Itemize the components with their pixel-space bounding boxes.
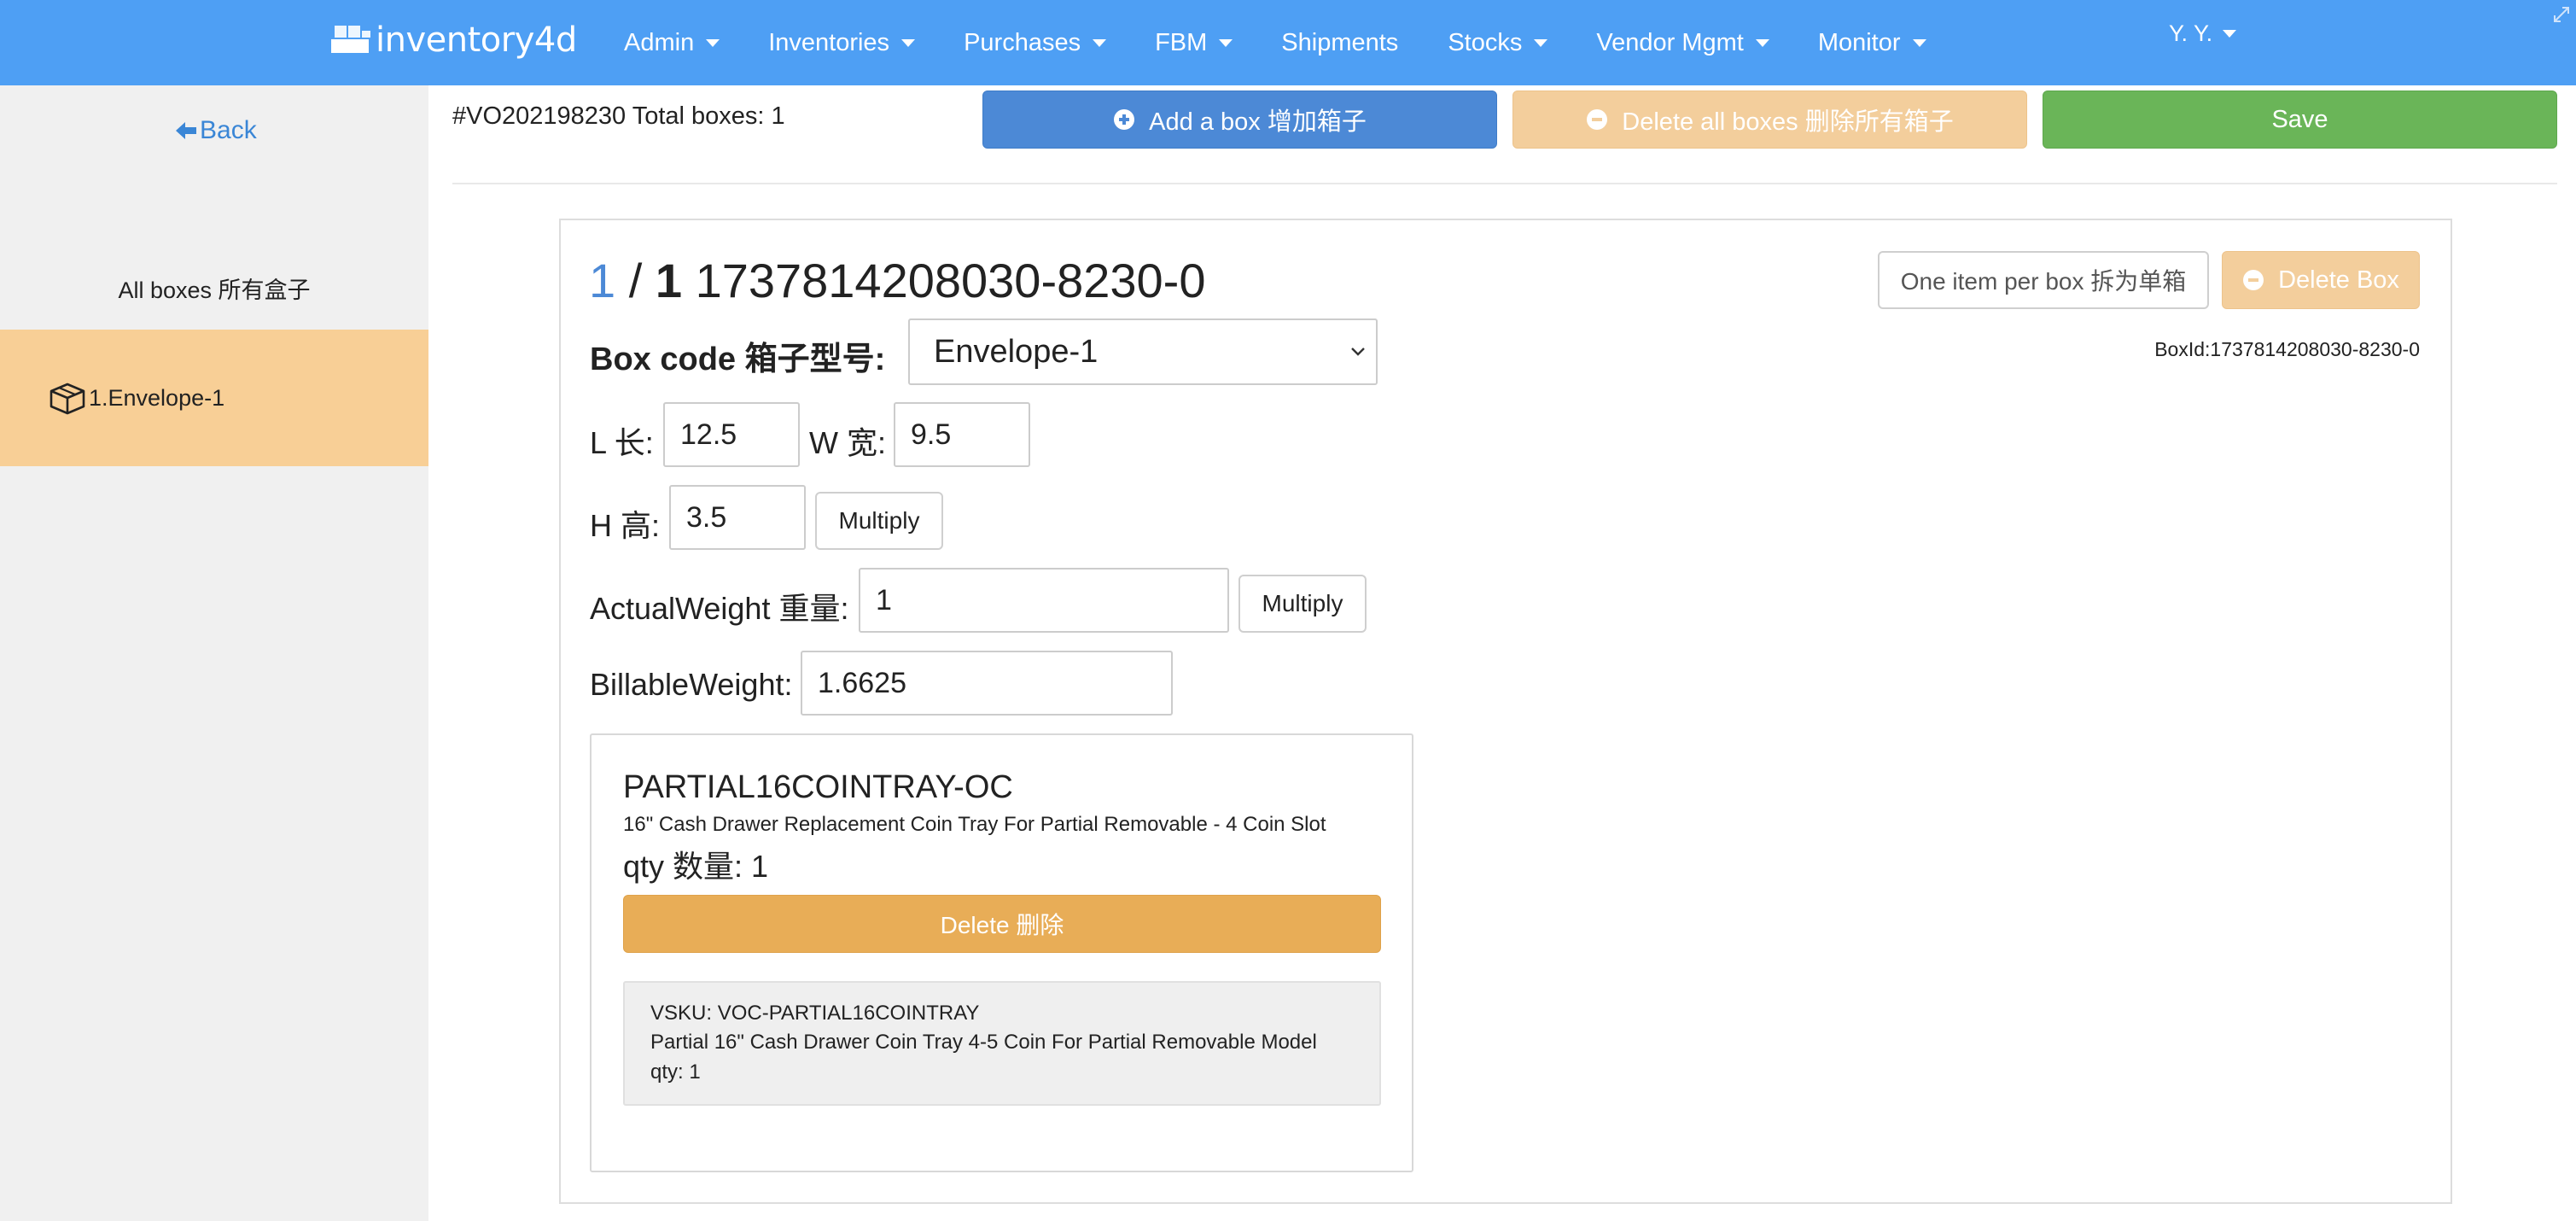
order-title: #VO202198230 Total boxes: 1 [452,102,785,130]
nav-shipments-label: Shipments [1281,28,1399,56]
caret-down-icon [1534,38,1548,47]
caret-down-icon [2223,30,2237,38]
one-item-per-box-button[interactable]: One item per box 拆为单箱 [1878,251,2209,309]
box-heading: 1 / 1 1737814208030-8230-0 [589,253,1205,308]
resize-icon[interactable] [2552,5,2571,24]
actual-weight-value: 1 [876,583,892,616]
user-menu[interactable]: Y. Y. [2169,20,2237,47]
main-menu: Admin Inventories Purchases FBM Shipment… [624,0,1926,85]
nav-monitor[interactable]: Monitor [1818,29,1926,57]
nav-vendor-mgmt[interactable]: Vendor Mgmt [1596,29,1769,57]
width-value: 9.5 [911,418,952,451]
box-code-select[interactable]: Envelope-1 [908,318,1378,385]
nav-admin-label: Admin [624,28,695,56]
multiply-dimensions-button[interactable]: Multiply [815,492,943,550]
nav-fbm-label: FBM [1155,28,1208,56]
actual-weight-input[interactable]: 1 [859,568,1229,633]
item-sku: PARTIAL16COINTRAY-OC [623,769,1013,805]
caret-down-icon [706,38,720,47]
minus-circle-icon [1587,109,1608,130]
sidebar: Back All boxes 所有盒子 1.Envelope-1 [0,85,428,1221]
sidebar-box-item[interactable]: 1.Envelope-1 [0,330,428,466]
back-label: Back [200,116,257,144]
nav-stocks-label: Stocks [1448,28,1523,56]
box-current-index: 1 [589,254,616,307]
length-label: L 长: [590,425,654,460]
nav-inventories[interactable]: Inventories [768,28,916,57]
billable-weight-input[interactable]: 1.6625 [801,651,1173,716]
length-value: 12.5 [680,418,737,451]
box-id: BoxId:1737814208030-8230-0 [2154,338,2420,360]
vsku-code: VSKU: VOC-PARTIAL16COINTRAY [650,1002,980,1025]
brand[interactable]: inventory4d [329,20,577,60]
delete-box-button[interactable]: Delete Box [2222,251,2420,309]
caret-down-icon [1912,38,1926,47]
delete-all-boxes-button[interactable]: Delete all boxes 删除所有箱子 [1512,91,2027,149]
toolbar-divider [452,183,2557,184]
sidebar-box-label: 1.Envelope-1 [89,384,225,411]
save-button[interactable]: Save [2043,91,2557,149]
actual-weight-label: ActualWeight 重量: [590,591,849,626]
all-boxes-label[interactable]: All boxes 所有盒子 [0,272,428,305]
nav-admin[interactable]: Admin [624,29,720,57]
nav-monitor-label: Monitor [1817,28,1901,56]
caret-down-icon [1219,38,1233,47]
nav-fbm[interactable]: FBM [1155,29,1233,57]
minus-circle-icon [2243,270,2264,290]
billable-weight-value: 1.6625 [818,666,906,699]
billable-weight-label: BillableWeight: [590,667,793,702]
item-description: 16" Cash Drawer Replacement Coin Tray Fo… [623,813,1326,836]
top-navbar: inventory4d Admin Inventories Purchases … [0,0,2576,85]
vsku-description: Partial 16" Cash Drawer Coin Tray 4-5 Co… [650,1031,1317,1054]
width-label: W 宽: [809,425,886,460]
box-name: 1737814208030-8230-0 [695,254,1206,307]
logo-icon [331,26,370,53]
length-input[interactable]: 12.5 [663,402,800,467]
caret-down-icon [1755,38,1769,47]
delete-item-button[interactable]: Delete 删除 [623,895,1381,953]
chevron-down-icon [1351,348,1365,356]
brand-name: inventory4d [376,20,577,60]
box-index-separator: / [628,254,643,307]
width-input[interactable]: 9.5 [894,402,1030,467]
nav-shipments[interactable]: Shipments [1281,29,1398,57]
save-label: Save [2271,105,2328,133]
caret-down-icon [901,38,916,47]
delete-all-boxes-label: Delete all boxes 删除所有箱子 [1622,108,1954,136]
user-name: Y. Y. [2169,20,2213,46]
nav-inventories-label: Inventories [768,28,890,56]
item-qty: qty 数量: 1 [623,849,769,884]
add-box-button[interactable]: Add a box 增加箱子 [982,91,1497,149]
box-code-label: Box code 箱子型号: [590,342,886,377]
height-value: 3.5 [686,500,727,534]
multiply-weight-button[interactable]: Multiply [1238,575,1367,633]
nav-purchases-label: Purchases [964,28,1081,56]
back-link[interactable]: Back [174,116,257,145]
height-input[interactable]: 3.5 [669,485,806,550]
caret-down-icon [1093,38,1107,47]
vsku-qty: qty: 1 [650,1060,701,1084]
box-icon [50,383,85,415]
nav-vendor-mgmt-label: Vendor Mgmt [1596,28,1744,56]
nav-purchases[interactable]: Purchases [964,28,1107,57]
back-arrow-icon [176,122,196,139]
nav-stocks[interactable]: Stocks [1448,28,1548,57]
plus-circle-icon [1114,109,1135,130]
height-label: H 高: [590,508,661,543]
add-box-label: Add a box 增加箱子 [1149,108,1367,136]
box-total: 1 [655,254,682,307]
delete-box-label: Delete Box [2278,266,2399,294]
box-code-value: Envelope-1 [934,333,1099,370]
